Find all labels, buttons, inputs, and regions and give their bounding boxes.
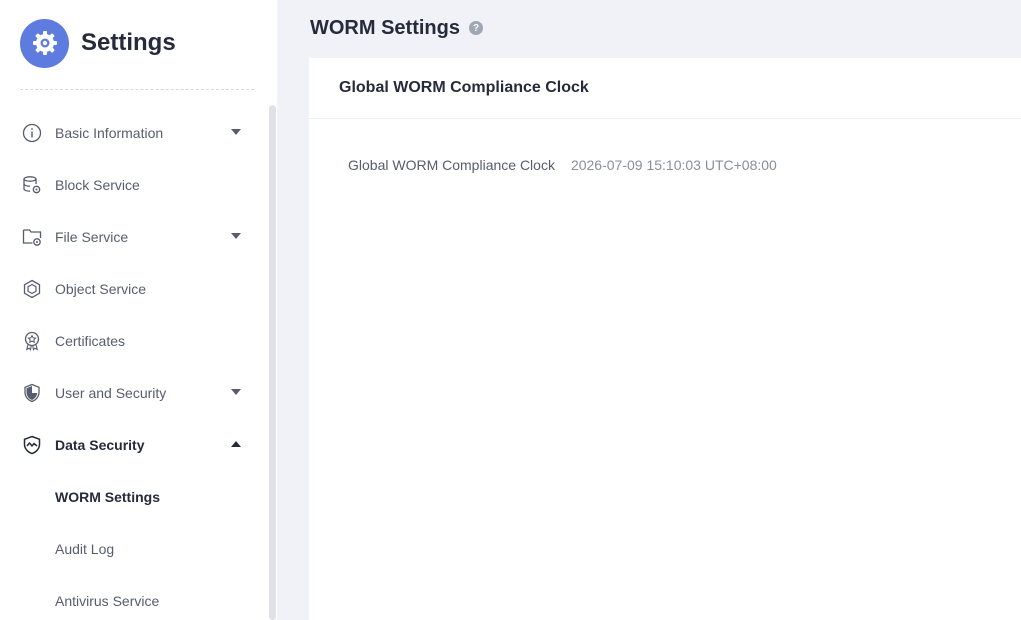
compliance-clock-value: 2026-07-09 15:10:03 UTC+08:00 — [570, 157, 777, 173]
database-gear-icon — [22, 175, 42, 195]
page-header: WORM Settings ? — [310, 14, 483, 42]
sidebar-item-label: Basic Information — [55, 125, 164, 141]
sidebar-item-object-service[interactable]: Object Service — [0, 263, 268, 315]
help-icon[interactable]: ? — [469, 21, 483, 35]
sidebar-title: Settings — [81, 29, 176, 56]
certificate-badge-icon — [22, 331, 42, 351]
info-icon — [22, 123, 42, 143]
sidebar-scrollbar[interactable] — [269, 105, 276, 620]
worm-panel: Global WORM Compliance Clock Global WORM… — [309, 58, 1021, 620]
sidebar-subitem-label: Antivirus Service — [55, 593, 160, 609]
folder-gear-icon — [22, 227, 42, 247]
panel-title: Global WORM Compliance Clock — [339, 79, 589, 96]
sidebar-subitem-worm-settings[interactable]: WORM Settings — [0, 471, 268, 523]
sidebar-item-label: Certificates — [55, 333, 126, 349]
field-label: Global WORM Compliance Clock — [348, 157, 555, 173]
sidebar-nav: Basic Information Block Service File Ser… — [0, 107, 268, 620]
page-title: WORM Settings — [310, 16, 460, 39]
sidebar-item-label: File Service — [55, 229, 129, 245]
shield-pulse-icon — [22, 435, 42, 455]
shield-icon — [22, 383, 42, 403]
chevron-down-icon — [231, 389, 241, 395]
sidebar-subitem-audit-log[interactable]: Audit Log — [0, 523, 268, 575]
sidebar-item-label: Data Security — [55, 437, 145, 453]
sidebar-item-label: Block Service — [55, 177, 140, 193]
sidebar-item-user-and-security[interactable]: User and Security — [0, 367, 268, 419]
panel-header: Global WORM Compliance Clock — [309, 58, 1021, 119]
sidebar-divider — [20, 89, 254, 90]
sidebar-item-data-security[interactable]: Data Security — [0, 419, 268, 471]
chevron-down-icon — [231, 129, 241, 135]
sidebar-item-file-service[interactable]: File Service — [0, 211, 268, 263]
sidebar: Settings Basic Information Block Service… — [0, 0, 277, 620]
sidebar-item-label: User and Security — [55, 385, 167, 401]
chevron-down-icon — [231, 233, 241, 239]
sidebar-subitem-label: WORM Settings — [55, 489, 160, 505]
sidebar-item-label: Object Service — [55, 281, 147, 297]
settings-gear-icon — [20, 18, 69, 68]
sidebar-item-certificates[interactable]: Certificates — [0, 315, 268, 367]
sidebar-subitem-antivirus-service[interactable]: Antivirus Service — [0, 575, 268, 620]
chevron-up-icon — [231, 441, 241, 447]
sidebar-subitem-label: Audit Log — [55, 541, 115, 557]
sidebar-item-block-service[interactable]: Block Service — [0, 159, 268, 211]
cube-icon — [22, 279, 42, 299]
sidebar-header: Settings — [20, 18, 176, 68]
sidebar-item-basic-information[interactable]: Basic Information — [0, 107, 268, 159]
compliance-clock-field: Global WORM Compliance Clock 2026-07-09 … — [348, 157, 777, 173]
